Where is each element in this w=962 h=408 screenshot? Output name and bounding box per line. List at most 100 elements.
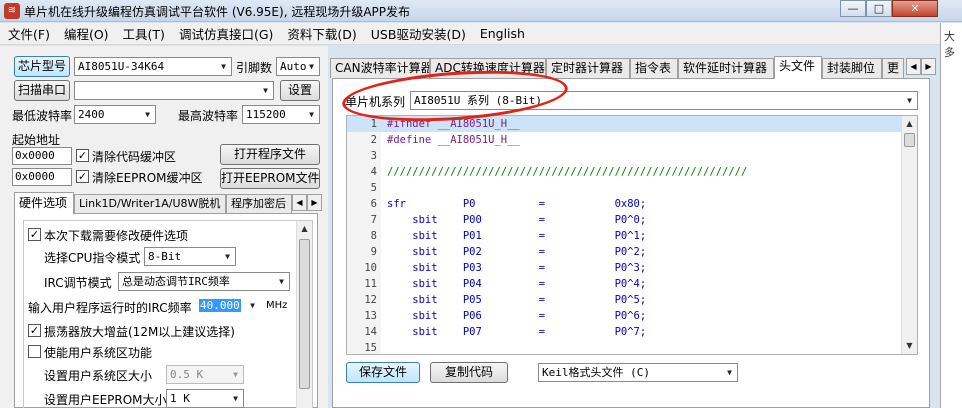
code-text: sbit P04 = P0^4; (387, 278, 647, 290)
eeprom-size-value: 1 K (170, 392, 190, 405)
clear-code-checkbox[interactable]: ✓ (76, 149, 89, 162)
tab-package-pins[interactable]: 封装脚位 (822, 58, 882, 78)
chip-model-select[interactable]: AI8051U-34K64 ▼ (74, 57, 232, 76)
tab-delay-calc[interactable]: 软件延时计算器 (678, 58, 774, 78)
header-format-select[interactable]: Keil格式头文件 (C) ▼ (538, 363, 738, 382)
menu-bar: 文件(F) 编程(O) 工具(T) 调试仿真接口(G) 资料下载(D) USB驱… (0, 23, 940, 45)
line-number: 14 (364, 326, 377, 338)
tab-hardware-options[interactable]: 硬件选项 (14, 192, 74, 214)
close-button[interactable]: ✕ (892, 0, 938, 17)
code-scrollbar[interactable]: ▲ ▼ (901, 116, 917, 354)
irc-mode-value: 总是动态调节IRC频率 (122, 275, 230, 288)
tab-encryption[interactable]: 程序加密后 (226, 194, 292, 213)
menu-program[interactable]: 编程(O) (64, 24, 109, 43)
chevron-down-icon: ▼ (221, 62, 226, 71)
tab-timer-calc[interactable]: 定时器计算器 (546, 58, 630, 78)
chevron-down-icon: ▼ (727, 368, 732, 377)
header-code-editor[interactable]: 1 #ifndef __AI8051U_H__ 2 #define __AI8051U… (346, 115, 918, 355)
clear-eeprom-label: 清除EEPROM缓冲区 (92, 171, 203, 185)
menu-tools[interactable]: 工具(T) (123, 24, 165, 43)
minimize-button[interactable]: — (840, 0, 866, 17)
system-area-size-value: 0.5 K (170, 368, 204, 381)
code-line: 8 sbit P01 = P0^1; (347, 228, 901, 244)
tab-scroll-right-icon[interactable]: ▶ (307, 194, 322, 211)
scroll-down-icon[interactable]: ▼ (902, 338, 917, 354)
osc-gain-checkbox[interactable]: ✓ (28, 324, 41, 337)
menu-debug[interactable]: 调试仿真接口(G) (179, 24, 273, 43)
menu-download[interactable]: 资料下载(D) (287, 24, 356, 43)
chevron-down-icon: ▼ (145, 110, 150, 119)
app-icon: ≋ (4, 3, 20, 19)
eeprom-size-select[interactable]: 1 K ▼ (166, 389, 244, 408)
left-panel: 芯片型号 AI8051U-34K64 ▼ 引脚数 Auto ▼ 扫描串口 ▼ 设… (0, 46, 328, 408)
pin-count-value: Auto (280, 60, 307, 73)
chip-model-value: AI8051U-34K64 (78, 60, 165, 73)
pin-count-select[interactable]: Auto ▼ (276, 57, 320, 76)
menu-english[interactable]: English (480, 26, 525, 41)
cpu-mode-select[interactable]: 8-Bit ▼ (144, 247, 236, 266)
irc-mode-select[interactable]: 总是动态调节IRC频率 ▼ (118, 272, 290, 291)
code-line: 4 ///////////////////////////////////////… (347, 164, 901, 180)
chevron-down-icon: ▼ (233, 370, 238, 379)
settings-button[interactable]: 设置 (280, 80, 320, 101)
code-text: sbit P00 = P0^0; (387, 214, 647, 226)
scroll-up-icon[interactable]: ▲ (902, 116, 917, 132)
user-system-area-checkbox[interactable] (28, 345, 41, 358)
copy-code-button[interactable]: 复制代码 (430, 362, 508, 383)
save-file-button[interactable]: 保存文件 (346, 362, 420, 383)
pin-count-label: 引脚数 (236, 61, 273, 75)
background-window (940, 23, 962, 408)
maximize-button[interactable]: □ (866, 0, 892, 17)
line-number: 6 (370, 198, 377, 210)
open-eeprom-button[interactable]: 打开EEPROM文件 (220, 168, 320, 189)
chevron-down-icon: ▼ (250, 301, 255, 310)
code-text: sbit P03 = P0^3; (387, 262, 647, 274)
code-text: sfr P0 = 0x80; (387, 198, 647, 210)
line-number: 9 (370, 246, 377, 258)
tab-scroll-left-icon[interactable]: ◀ (292, 194, 307, 211)
eeprom-address-input[interactable]: 0x0000 (12, 168, 72, 186)
modify-hardware-label: 本次下载需要修改硬件选项 (44, 229, 189, 243)
tab-can-baud[interactable]: CAN波特率计算器 (330, 58, 430, 78)
line-number: 10 (364, 262, 377, 274)
tab-header-file[interactable]: 头文件 (774, 56, 822, 79)
code-line: 14 sbit P07 = P0^7; (347, 324, 901, 340)
chip-model-button[interactable]: 芯片型号 (14, 56, 70, 77)
code-text: sbit P06 = P0^6; (387, 310, 647, 322)
modify-hardware-checkbox[interactable]: ✓ (28, 228, 41, 241)
code-text: sbit P07 = P0^7; (387, 326, 647, 338)
code-address-input[interactable]: 0x0000 (12, 147, 72, 165)
chevron-down-icon: ▼ (907, 96, 912, 105)
scroll-thumb[interactable] (904, 133, 915, 147)
scroll-thumb[interactable] (299, 239, 310, 389)
irc-frequency-input[interactable]: 40.000 ▼ (196, 297, 264, 316)
start-address-label: 起始地址 (12, 133, 61, 147)
scroll-up-icon[interactable]: ▲ (297, 221, 312, 237)
code-line: 7 sbit P00 = P0^0; (347, 212, 901, 228)
code-line: 6 sfr P0 = 0x80; (347, 196, 901, 212)
code-line: 12 sbit P05 = P0^5; (347, 292, 901, 308)
code-text: sbit P02 = P0^2; (387, 246, 647, 258)
options-scrollbar[interactable]: ▲ (296, 221, 312, 408)
scan-port-button[interactable]: 扫描串口 (14, 80, 70, 101)
serial-port-select[interactable]: ▼ (74, 81, 274, 100)
clear-eeprom-checkbox[interactable]: ✓ (76, 170, 89, 183)
menu-file[interactable]: 文件(F) (8, 24, 50, 43)
line-number: 12 (364, 294, 377, 306)
max-baud-value: 115200 (246, 108, 286, 121)
min-baud-select[interactable]: 2400 ▼ (74, 105, 156, 124)
menu-usb-driver[interactable]: USB驱动安装(D) (371, 24, 466, 43)
cpu-mode-label: 选择CPU指令模式 (44, 251, 141, 265)
code-line: 9 sbit P02 = P0^2; (347, 244, 901, 260)
tab-scroll-right-icon[interactable]: ▶ (921, 58, 936, 75)
hardware-options-list: ✓ 本次下载需要修改硬件选项 选择CPU指令模式 8-Bit ▼ IRC调节模式… (23, 220, 313, 408)
system-area-size-select[interactable]: 0.5 K ▼ (166, 365, 244, 384)
tab-scroll-left-icon[interactable]: ◀ (906, 58, 921, 75)
tab-instruction-table[interactable]: 指令表 (630, 58, 678, 78)
tab-more[interactable]: 更 (882, 58, 904, 78)
open-program-button[interactable]: 打开程序文件 (220, 144, 320, 165)
line-number: 13 (364, 310, 377, 322)
tab-offline-writer[interactable]: Link1D/Writer1A/U8W脱机 (74, 194, 226, 213)
max-baud-select[interactable]: 115200 ▼ (242, 105, 320, 124)
clear-code-label: 清除代码缓冲区 (92, 150, 177, 164)
